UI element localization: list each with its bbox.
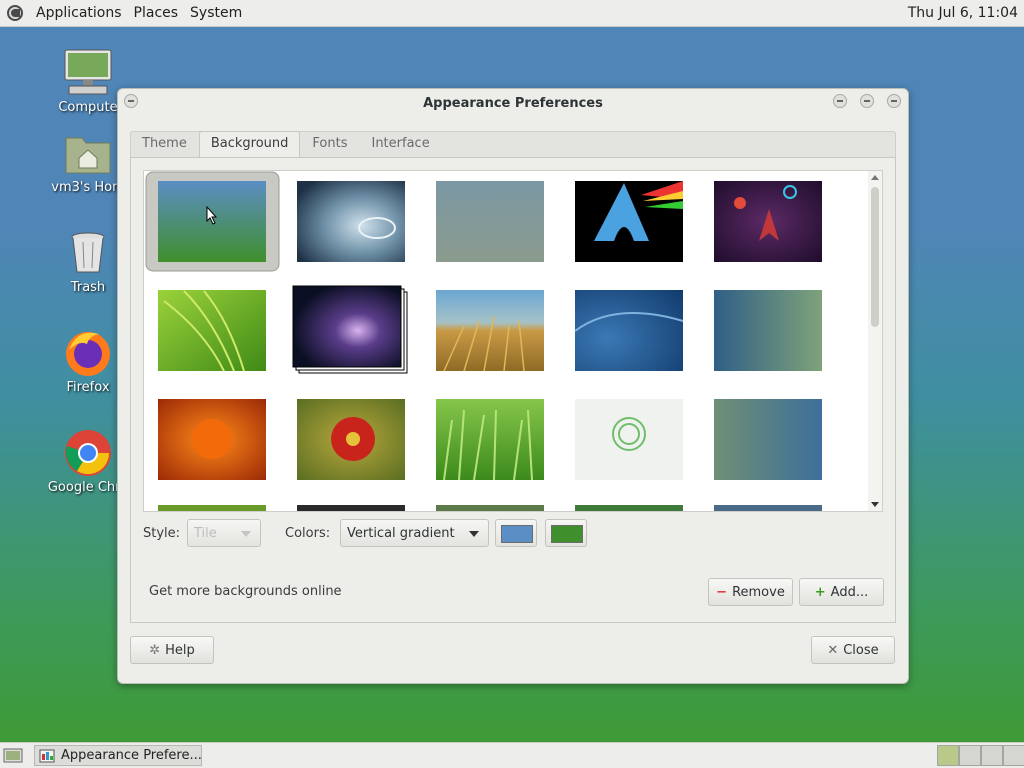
colors-value: Vertical gradient <box>347 526 455 541</box>
firefox-icon <box>63 328 113 378</box>
close-icon: ✕ <box>827 642 839 658</box>
tab-theme[interactable]: Theme <box>130 131 199 157</box>
style-colors-row: Style: Tile Colors: Vertical gradient <box>143 519 883 549</box>
colors-label: Colors: <box>285 526 331 541</box>
tab-interface[interactable]: Interface <box>359 131 441 157</box>
more-backgrounds-link[interactable]: Get more backgrounds online <box>149 584 342 599</box>
appearance-preferences-window: Appearance Preferences Theme Background … <box>117 88 909 684</box>
show-desktop-icon[interactable] <box>3 747 23 764</box>
style-value: Tile <box>194 526 217 541</box>
tab-fonts[interactable]: Fonts <box>300 131 359 157</box>
add-icon: + <box>814 584 826 600</box>
applications-menu[interactable]: Applications <box>30 5 128 21</box>
chevron-down-icon <box>241 531 251 537</box>
close-button[interactable]: ✕ Close <box>811 636 895 664</box>
add-button[interactable]: + Add... <box>799 578 884 606</box>
background-page: Style: Tile Colors: Vertical gradient Ge… <box>130 157 896 623</box>
appearance-app-icon <box>39 749 55 763</box>
secondary-color-button[interactable] <box>545 519 587 547</box>
remove-label: Remove <box>732 584 785 600</box>
bottom-panel: Appearance Prefere... <box>0 742 1024 768</box>
preferences-notebook: Theme Background Fonts Interface Style: … <box>130 131 896 623</box>
help-icon: ✲ <box>149 642 161 658</box>
remove-button[interactable]: − Remove <box>708 578 793 606</box>
places-menu[interactable]: Places <box>128 5 185 21</box>
help-button[interactable]: ✲ Help <box>130 636 214 664</box>
chevron-down-icon <box>469 531 479 537</box>
tab-bar: Theme Background Fonts Interface <box>130 131 894 157</box>
workspace-2[interactable] <box>959 745 981 766</box>
style-label: Style: <box>143 526 181 541</box>
titlebar[interactable]: Appearance Preferences <box>118 89 908 119</box>
window-title: Appearance Preferences <box>423 96 603 111</box>
wallpaper-grid[interactable] <box>143 170 883 512</box>
home-folder-icon <box>63 128 113 178</box>
minimize-button[interactable] <box>833 94 847 108</box>
primary-color-button[interactable] <box>495 519 537 547</box>
chrome-icon <box>63 428 113 478</box>
taskbar-item-label: Appearance Prefere... <box>61 748 202 763</box>
style-combo[interactable]: Tile <box>187 519 261 547</box>
workspace-4[interactable] <box>1003 745 1024 766</box>
background-actions-row: Get more backgrounds online − Remove + A… <box>149 578 889 608</box>
help-label: Help <box>165 642 195 658</box>
scroll-down-icon[interactable] <box>871 502 879 507</box>
remove-icon: − <box>716 584 728 600</box>
close-label: Close <box>843 642 879 658</box>
close-window-button[interactable] <box>887 94 901 108</box>
scrollbar-thumb[interactable] <box>871 187 879 327</box>
secondary-color-swatch <box>551 525 583 543</box>
scroll-up-icon[interactable] <box>871 175 879 180</box>
wallpaper-thumbnails <box>145 171 822 511</box>
mate-logo-icon[interactable] <box>6 4 24 22</box>
trash-icon <box>63 228 113 278</box>
taskbar-item-appearance[interactable]: Appearance Prefere... <box>34 745 202 766</box>
workspace-1[interactable] <box>937 745 959 766</box>
maximize-button[interactable] <box>860 94 874 108</box>
add-label: Add... <box>830 584 869 600</box>
computer-icon <box>63 48 113 98</box>
wallpaper-scrollbar[interactable] <box>868 171 882 511</box>
top-panel: Applications Places System Thu Jul 6, 11… <box>0 0 1024 27</box>
colors-combo[interactable]: Vertical gradient <box>340 519 489 547</box>
system-menu[interactable]: System <box>184 5 248 21</box>
tab-background[interactable]: Background <box>198 131 301 157</box>
primary-color-swatch <box>501 525 533 543</box>
workspace-3[interactable] <box>981 745 1003 766</box>
clock[interactable]: Thu Jul 6, 11:04 <box>908 5 1018 21</box>
